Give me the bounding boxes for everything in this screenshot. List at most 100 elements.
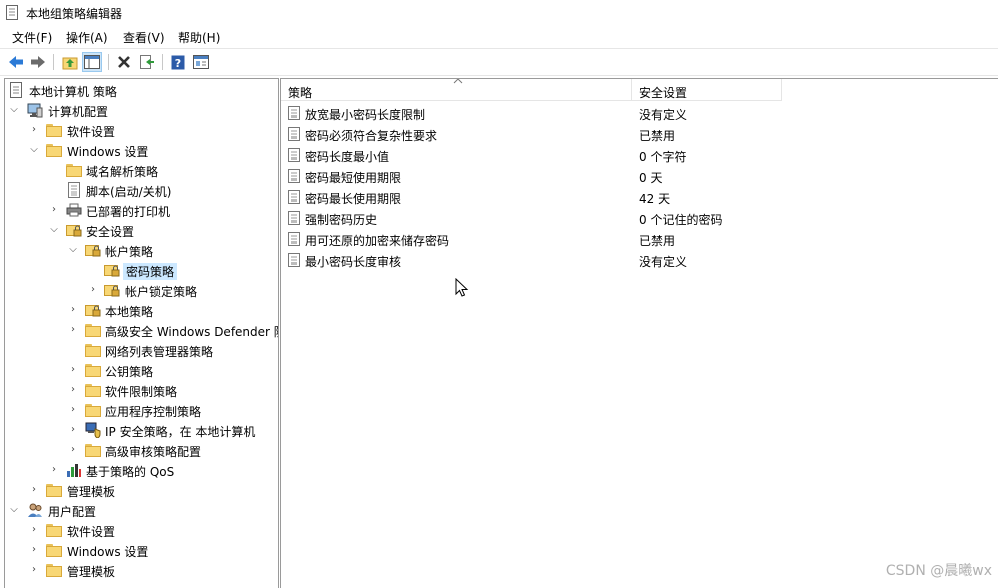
collapse-chevron-icon[interactable]: ⌵ bbox=[9, 104, 19, 116]
ip-security-icon bbox=[85, 422, 101, 438]
tree-label: 公钥策略 bbox=[105, 365, 154, 379]
expand-chevron-icon[interactable]: › bbox=[68, 304, 78, 316]
expand-chevron-icon[interactable]: › bbox=[88, 284, 98, 296]
tree-label: Windows 设置 bbox=[67, 545, 149, 559]
folder-icon bbox=[85, 384, 101, 400]
script-icon bbox=[68, 182, 80, 198]
expand-chevron-icon[interactable]: › bbox=[68, 324, 78, 336]
folder-icon bbox=[85, 344, 101, 360]
tree-label: 管理模板 bbox=[67, 565, 116, 579]
policy-row[interactable]: 密码必须符合复杂性要求 已禁用 bbox=[281, 124, 998, 145]
svg-text:?: ? bbox=[175, 57, 181, 70]
folder-icon bbox=[66, 164, 82, 180]
policy-setting-icon bbox=[288, 148, 300, 162]
policy-name: 密码长度最小值 bbox=[305, 150, 390, 164]
tree-label: IP 安全策略，在 本地计算机 bbox=[105, 425, 256, 439]
folder-icon bbox=[46, 524, 62, 540]
menu-file[interactable]: 文件(F) bbox=[12, 29, 52, 46]
help-icon[interactable]: ? bbox=[168, 52, 188, 72]
expand-chevron-icon[interactable]: › bbox=[68, 424, 78, 436]
expand-chevron-icon[interactable]: › bbox=[49, 464, 59, 476]
policy-row[interactable]: 密码最长使用期限 42 天 bbox=[281, 187, 998, 208]
expand-chevron-icon[interactable]: › bbox=[68, 364, 78, 376]
window-title: 本地组策略编辑器 bbox=[26, 7, 123, 21]
policy-value: 没有定义 bbox=[639, 108, 688, 122]
console-tree[interactable]: 本地计算机 策略 ⌵ 计算机配置 › 软件设置 ⌵ Windows 设置 域名解… bbox=[4, 78, 279, 588]
policy-row[interactable]: 密码长度最小值 0 个字符 bbox=[281, 145, 998, 166]
folder-icon bbox=[85, 324, 101, 340]
expand-chevron-icon[interactable]: › bbox=[68, 404, 78, 416]
expand-chevron-icon[interactable]: › bbox=[68, 444, 78, 456]
policy-value: 0 个记住的密码 bbox=[639, 213, 723, 227]
policy-row[interactable]: 强制密码历史 0 个记住的密码 bbox=[281, 208, 998, 229]
security-folder-icon bbox=[85, 245, 101, 257]
policy-list[interactable]: 策略 安全设置 放宽最小密码长度限制 没有定义 密码必须符合复杂性要求 已禁用 密码长度… bbox=[280, 78, 998, 588]
folder-icon bbox=[46, 484, 62, 500]
column-header-setting[interactable]: 安全设置 bbox=[632, 79, 782, 101]
menu-view[interactable]: 查看(V) bbox=[123, 29, 165, 46]
policy-setting-icon bbox=[288, 106, 300, 120]
toolbar-separator bbox=[108, 54, 109, 70]
watermark: CSDN @晨曦wx bbox=[885, 563, 992, 579]
expand-chevron-icon[interactable]: › bbox=[49, 204, 59, 216]
export-icon[interactable] bbox=[137, 52, 157, 72]
folder-icon bbox=[85, 444, 101, 460]
security-folder-icon bbox=[104, 285, 120, 297]
folder-icon bbox=[46, 544, 62, 560]
policy-value: 0 天 bbox=[639, 171, 663, 185]
policy-row[interactable]: 放宽最小密码长度限制 没有定义 bbox=[281, 103, 998, 124]
policy-row[interactable]: 最小密码长度审核 没有定义 bbox=[281, 250, 998, 271]
tree-label: 帐户锁定策略 bbox=[125, 285, 198, 299]
folder-icon bbox=[46, 124, 62, 140]
tree-label: 管理模板 bbox=[67, 485, 116, 499]
forward-icon[interactable] bbox=[28, 52, 48, 72]
menu-help[interactable]: 帮助(H) bbox=[178, 29, 220, 46]
policy-setting-icon bbox=[288, 127, 300, 141]
tree-label: 安全设置 bbox=[86, 225, 135, 239]
show-hide-tree-icon[interactable] bbox=[82, 52, 102, 72]
tree-label: 本地计算机 策略 bbox=[29, 85, 117, 99]
collapse-chevron-icon[interactable]: ⌵ bbox=[49, 224, 59, 236]
policy-value: 已禁用 bbox=[639, 129, 676, 143]
tree-label: 密码策略 bbox=[123, 263, 178, 280]
policy-row[interactable]: 用可还原的加密来储存密码 已禁用 bbox=[281, 229, 998, 250]
column-header-policy[interactable]: 策略 bbox=[281, 79, 632, 101]
policy-editor-icon bbox=[6, 5, 18, 20]
policy-document-icon bbox=[10, 82, 22, 98]
user-icon bbox=[28, 503, 42, 517]
toolbar-separator bbox=[53, 54, 54, 70]
back-icon[interactable] bbox=[6, 52, 26, 72]
policy-row[interactable]: 密码最短使用期限 0 天 bbox=[281, 166, 998, 187]
policy-name: 最小密码长度审核 bbox=[305, 255, 402, 269]
policy-setting-icon bbox=[288, 253, 300, 267]
collapse-chevron-icon[interactable]: ⌵ bbox=[68, 244, 78, 256]
tree-label: 帐户策略 bbox=[105, 245, 154, 259]
properties-icon[interactable] bbox=[191, 52, 211, 72]
expand-chevron-icon[interactable]: › bbox=[29, 544, 39, 556]
collapse-chevron-icon[interactable]: ⌵ bbox=[29, 144, 39, 156]
tree-label: 本地策略 bbox=[105, 305, 154, 319]
column-header-label: 策略 bbox=[288, 86, 313, 100]
policy-name: 用可还原的加密来储存密码 bbox=[305, 234, 450, 248]
policy-setting-icon bbox=[288, 169, 300, 183]
up-folder-icon[interactable] bbox=[60, 52, 80, 72]
expand-chevron-icon[interactable]: › bbox=[68, 384, 78, 396]
tree-label: 软件限制策略 bbox=[105, 385, 178, 399]
tree-label: 基于策略的 QoS bbox=[86, 465, 175, 479]
expand-chevron-icon[interactable]: › bbox=[29, 524, 39, 536]
tree-label: 域名解析策略 bbox=[86, 165, 159, 179]
expand-chevron-icon[interactable]: › bbox=[29, 124, 39, 136]
policy-setting-icon bbox=[288, 190, 300, 204]
title-bar: 本地组策略编辑器 bbox=[0, 0, 998, 26]
sort-ascending-icon bbox=[453, 79, 463, 84]
expand-chevron-icon[interactable]: › bbox=[29, 484, 39, 496]
delete-icon[interactable] bbox=[114, 52, 134, 72]
expand-chevron-icon[interactable]: › bbox=[29, 564, 39, 576]
menu-action[interactable]: 操作(A) bbox=[66, 29, 108, 46]
folder-icon bbox=[46, 144, 62, 160]
policy-value: 42 天 bbox=[639, 192, 671, 206]
security-folder-icon bbox=[104, 265, 120, 277]
tree-label: 网络列表管理器策略 bbox=[105, 345, 214, 359]
collapse-chevron-icon[interactable]: ⌵ bbox=[9, 504, 19, 516]
policy-setting-icon bbox=[288, 211, 300, 225]
